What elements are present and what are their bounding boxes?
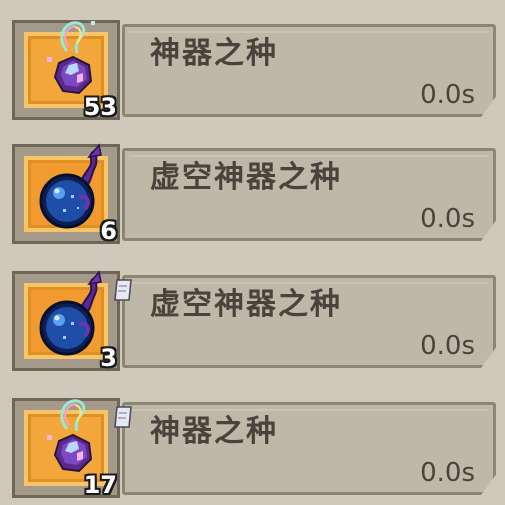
- item-count: 3: [100, 344, 117, 372]
- item-name: 神器之种: [150, 414, 278, 449]
- item-count: 6: [100, 217, 117, 245]
- item-name: 虚空神器之种: [150, 160, 342, 195]
- item-slot[interactable]: 6: [12, 143, 120, 245]
- seed-list: 53 神器之种 0.0s 6 虚空神器之种 0.0s 3 虚空神器之种 0.0s…: [0, 0, 505, 505]
- item-count: 53: [83, 93, 117, 121]
- item-count: 17: [83, 471, 117, 499]
- list-item[interactable]: 17 神器之种 0.0s: [0, 384, 505, 504]
- item-time: 0.0s: [420, 458, 475, 488]
- item-time: 0.0s: [420, 204, 475, 234]
- note-tag-icon: [114, 279, 132, 301]
- item-name: 神器之种: [150, 36, 278, 71]
- list-item[interactable]: 53 神器之种 0.0s: [0, 6, 505, 126]
- item-slot[interactable]: 17: [12, 398, 132, 499]
- item-time: 0.0s: [420, 80, 475, 110]
- item-slot[interactable]: 3: [12, 270, 132, 372]
- list-item[interactable]: 3 虚空神器之种 0.0s: [0, 257, 505, 377]
- note-tag-icon: [114, 406, 132, 428]
- item-slot[interactable]: 53: [12, 20, 120, 121]
- item-name: 虚空神器之种: [150, 287, 342, 322]
- item-time: 0.0s: [420, 331, 475, 361]
- list-item[interactable]: 6 虚空神器之种 0.0s: [0, 130, 505, 250]
